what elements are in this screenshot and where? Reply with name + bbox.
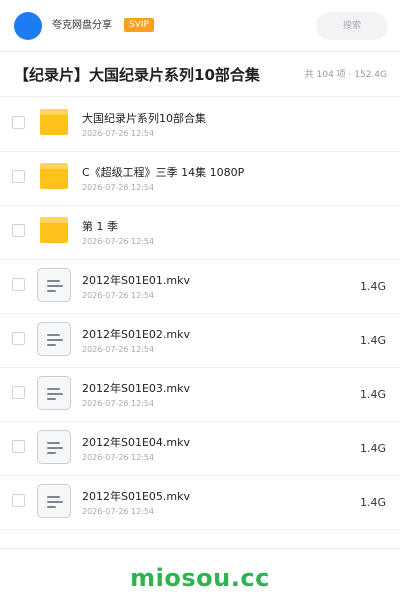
item-checkbox[interactable] [12,116,25,129]
file-list: 大国纪录片系列10部合集 2026-07-26 12:54 C《超级工程》三季 14… [0,98,400,530]
page-title: 【纪录片】大国纪录片系列10部合集 [14,66,260,84]
list-item[interactable]: C《超级工程》三季 14集 1080P 2026-07-26 12:54 [0,152,400,206]
item-size: 1.4G [359,388,386,401]
item-name[interactable]: 第 1 季 [82,220,118,234]
item-name[interactable]: 2012年S01E03.mkv [82,382,190,396]
item-date: 2026-07-26 12:54 [82,129,155,138]
list-item[interactable]: 大国纪录片系列10部合集 2026-07-26 12:54 [0,98,400,152]
file-icon [37,484,71,518]
item-name[interactable]: 2012年S01E02.mkv [82,328,190,342]
folder-icon [40,163,68,189]
title-bar: 【纪录片】大国纪录片系列10部合集 共 104 项 · 152.4G [0,53,400,97]
item-name[interactable]: C《超级工程》三季 14集 1080P [82,166,244,180]
item-size: 1.4G [359,496,386,509]
list-item[interactable]: 2012年S01E05.mkv 2026-07-26 12:54 1.4G [0,476,400,530]
item-checkbox[interactable] [12,170,25,183]
svip-badge: SVIP [124,18,154,32]
list-item[interactable]: 2012年S01E03.mkv 2026-07-26 12:54 1.4G [0,368,400,422]
list-item[interactable]: 2012年S01E02.mkv 2026-07-26 12:54 1.4G [0,314,400,368]
folder-icon [40,217,68,243]
item-checkbox[interactable] [12,494,25,507]
file-icon [37,430,71,464]
item-name[interactable]: 2012年S01E05.mkv [82,490,190,504]
site-name: 夸克网盘分享 [52,20,112,31]
item-date: 2026-07-26 12:54 [82,399,155,408]
item-date: 2026-07-26 12:54 [82,507,155,516]
header-bar: 夸克网盘分享 SVIP 搜索 [0,0,400,52]
list-item[interactable]: 2012年S01E01.mkv 2026-07-26 12:54 1.4G [0,260,400,314]
item-date: 2026-07-26 12:54 [82,453,155,462]
search-button[interactable]: 搜索 [316,12,388,40]
list-item[interactable]: 2012年S01E04.mkv 2026-07-26 12:54 1.4G [0,422,400,476]
file-icon [37,268,71,302]
item-name[interactable]: 大国纪录片系列10部合集 [82,112,206,126]
item-checkbox[interactable] [12,278,25,291]
file-icon [37,376,71,410]
item-size: 1.4G [359,280,386,293]
item-date: 2026-07-26 12:54 [82,237,155,246]
item-name[interactable]: 2012年S01E04.mkv [82,436,190,450]
item-size: 1.4G [359,334,386,347]
item-date: 2026-07-26 12:54 [82,291,155,300]
file-icon [37,322,71,356]
list-item[interactable]: 第 1 季 2026-07-26 12:54 [0,206,400,260]
item-checkbox[interactable] [12,440,25,453]
item-count-summary: 共 104 项 · 152.4G [304,70,387,80]
item-size: 1.4G [359,442,386,455]
item-date: 2026-07-26 12:54 [82,345,155,354]
item-checkbox[interactable] [12,332,25,345]
brand-watermark: miosou.cc [130,564,270,592]
item-checkbox[interactable] [12,386,25,399]
avatar[interactable] [14,12,42,40]
item-checkbox[interactable] [12,224,25,237]
footer: miosou.cc [0,548,400,600]
folder-icon [40,109,68,135]
item-date: 2026-07-26 12:54 [82,183,155,192]
item-name[interactable]: 2012年S01E01.mkv [82,274,190,288]
